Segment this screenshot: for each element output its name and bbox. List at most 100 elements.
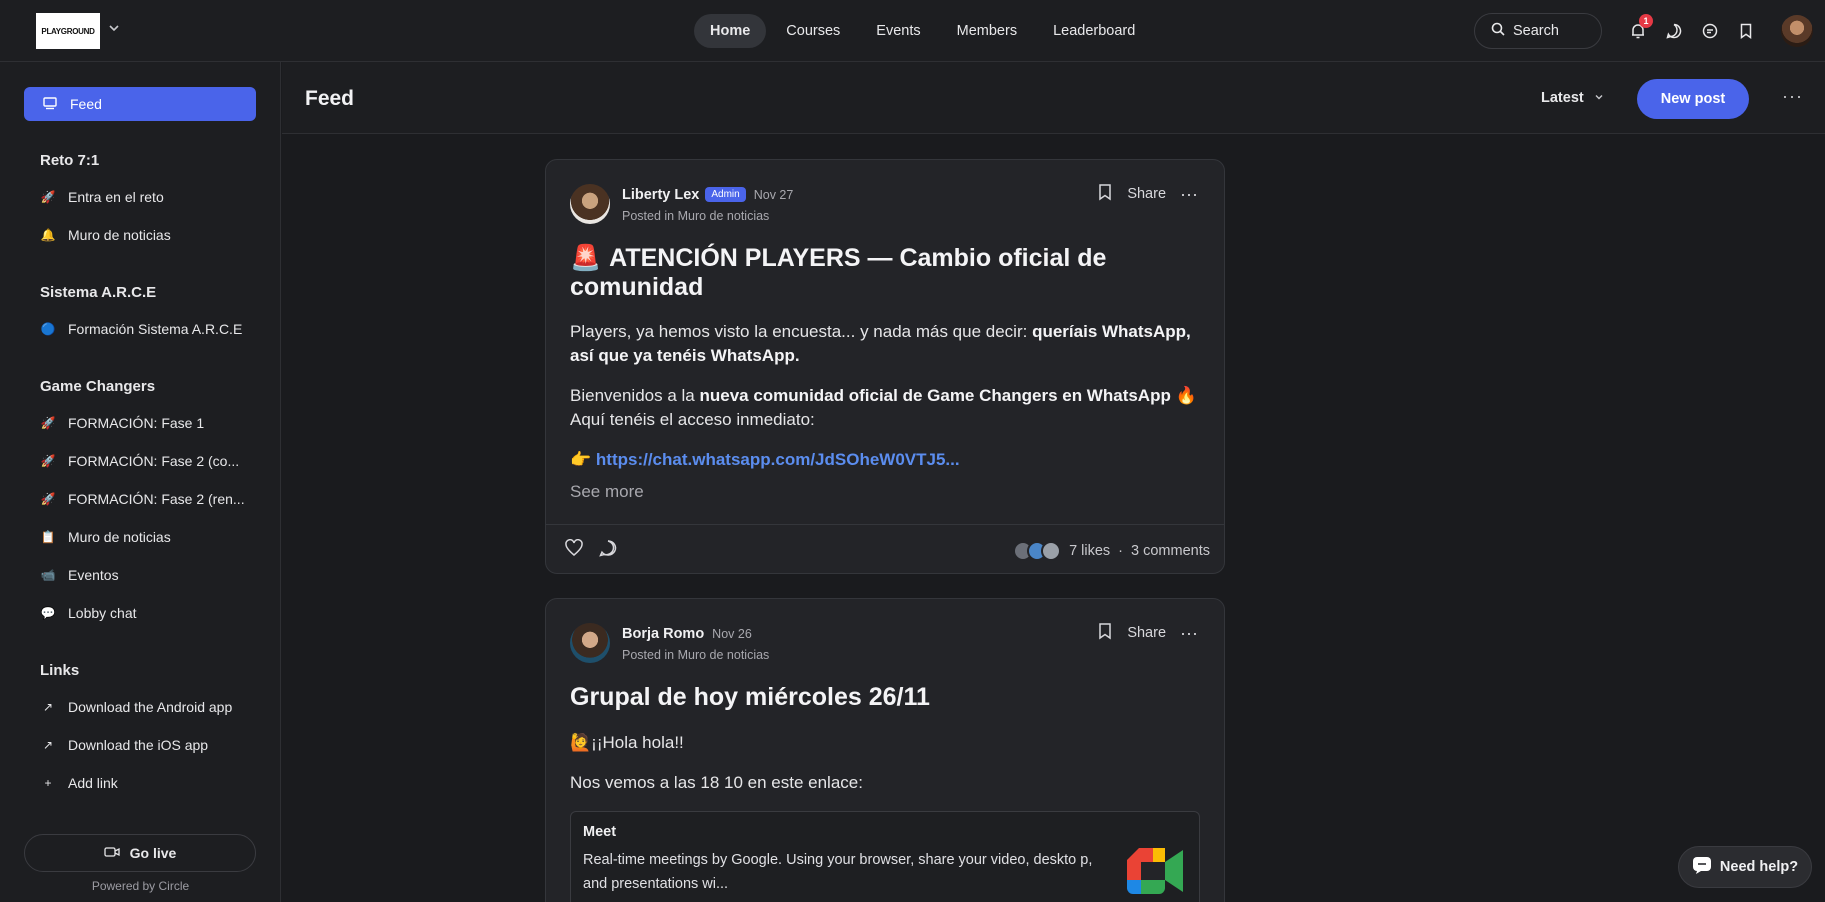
post-author-line: Liberty Lex Admin Nov 27 [622,187,793,203]
nav-courses[interactable]: Courses [770,14,856,48]
sidebar-item-android-app[interactable]: ↗ Download the Android app [40,693,250,721]
paragraph-text: Bienvenidos a la [570,386,700,405]
post-title[interactable]: Grupal de hoy miércoles 26/11 [570,683,1190,712]
sidebar-item-label: FORMACIÓN: Fase 2 (ren... [68,491,245,507]
section-title-game-changers: Game Changers [40,378,156,395]
sidebar-item-label: FORMACIÓN: Fase 2 (co... [68,453,240,469]
sidebar-item-add-link[interactable]: + Add link [40,769,250,797]
liker-avatars[interactable] [1013,541,1062,561]
link-preview-card[interactable]: Meet Real-time meetings by Google. Using… [570,811,1200,902]
share-button[interactable]: Share [1127,186,1166,202]
sort-label: Latest [1541,90,1584,106]
search-button[interactable]: Search [1474,13,1602,49]
bookmark-icon[interactable] [1097,622,1113,644]
sidebar-item-label: FORMACIÓN: Fase 1 [68,415,205,431]
top-navigation-bar: PLAYGROUND Home Courses Events Members L… [0,0,1825,62]
post-actions: Share ··· [1097,183,1198,205]
section-title-sistema-arce: Sistema A.R.C.E [40,284,157,301]
nav-leaderboard[interactable]: Leaderboard [1037,14,1151,48]
waving-person-icon: 🙋 [570,733,592,752]
plus-icon: + [44,776,52,790]
posted-in[interactable]: Posted in Muro de noticias [622,209,769,223]
logo-text: PLAYGROUND [41,26,95,36]
search-label: Search [1513,23,1559,39]
post-paragraph: Bienvenidos a la nueva comunidad oficial… [570,384,1210,432]
sidebar-item-label: Muro de noticias [68,529,171,545]
sidebar-item-label: Lobby chat [68,605,137,621]
more-options-icon[interactable]: ··· [1180,184,1198,205]
rocket-icon: 🚀 [40,454,56,468]
see-more-link[interactable]: See more [570,482,644,502]
need-help-button[interactable]: Need help? [1678,846,1812,888]
post-date[interactable]: Nov 26 [712,627,752,641]
paragraph-text: ¡¡Hola hola!! [591,733,684,752]
link-preview-title: Meet [583,824,617,840]
post-title[interactable]: 🚨 ATENCIÓN PLAYERS — Cambio oficial de co… [570,244,1190,302]
paragraph-bold: nueva comunidad oficial de Game Changers… [699,386,1171,405]
whatsapp-link[interactable]: https://chat.whatsapp.com/JdSOheW0VTJ5..… [596,450,960,469]
community-logo[interactable]: PLAYGROUND [36,13,100,49]
new-post-button[interactable]: New post [1637,79,1749,119]
sidebar-item-entra-en-el-reto[interactable]: 🚀 Entra en el reto [40,183,250,211]
posted-in[interactable]: Posted in Muro de noticias [622,648,769,662]
post-date[interactable]: Nov 27 [754,188,794,202]
sort-dropdown[interactable]: Latest [1541,90,1604,106]
nav-members[interactable]: Members [941,14,1033,48]
bell-icon[interactable]: 1 [1626,14,1653,45]
main-nav: Home Courses Events Members Leaderboard [694,14,1151,48]
author-name[interactable]: Liberty Lex [622,187,699,203]
notification-badge: 1 [1639,14,1653,28]
sidebar-item-ios-app[interactable]: ↗ Download the iOS app [40,731,250,759]
likes-summary: 7 likes · 3 comments [1013,541,1210,561]
post-paragraph: Players, ya hemos visto la encuesta... y… [570,320,1210,368]
liker-avatar [1041,541,1062,561]
heart-icon[interactable] [564,539,584,562]
author-avatar[interactable] [570,623,610,663]
chevron-down-icon [1594,90,1604,106]
more-options-icon[interactable]: ··· [1180,623,1198,644]
clipboard-icon: 📋 [40,530,56,544]
nav-events[interactable]: Events [860,14,936,48]
messages-icon[interactable] [1698,17,1722,45]
blue-circle-icon: 🔵 [40,322,56,336]
sidebar-item-eventos[interactable]: 📹 Eventos [40,561,250,589]
bookmark-icon[interactable] [1734,17,1758,45]
sidebar-item-label: Muro de noticias [68,227,171,243]
likes-count[interactable]: 7 likes [1069,543,1110,559]
chat-bubble-icon[interactable] [1662,17,1686,45]
sidebar-item-muro-de-noticias-2[interactable]: 📋 Muro de noticias [40,523,250,551]
post-card: Liberty Lex Admin Nov 27 Posted in Muro de… [545,159,1225,574]
sidebar-item-formacion-arce[interactable]: 🔵 Formación Sistema A.R.C.E [40,315,250,343]
author-avatar[interactable] [570,184,610,224]
top-icon-group: 1 [1626,14,1758,45]
comments-count[interactable]: 3 comments [1131,543,1210,559]
sidebar-item-feed[interactable]: Feed [24,87,256,121]
rocket-icon: 🚀 [40,190,56,204]
author-name[interactable]: Borja Romo [622,626,704,642]
powered-by[interactable]: Powered by Circle [0,879,281,893]
post-author-line: Borja Romo Nov 26 [622,626,752,642]
help-chat-icon [1692,856,1712,878]
link-preview-description: Real-time meetings by Google. Using your… [583,852,1093,892]
more-options-icon[interactable]: ··· [1782,86,1803,107]
sidebar-item-lobby-chat[interactable]: 💬 Lobby chat [40,599,250,627]
need-help-label: Need help? [1719,859,1799,875]
sidebar-item-muro-de-noticias[interactable]: 🔔 Muro de noticias [40,221,250,249]
comment-icon[interactable] [598,539,618,562]
user-avatar[interactable] [1781,15,1813,47]
sidebar-item-fase-2-ren[interactable]: 🚀 FORMACIÓN: Fase 2 (ren... [40,485,250,513]
post-footer: 7 likes · 3 comments [546,524,1224,573]
rocket-icon: 🚀 [40,416,56,430]
post-paragraph: Nos vemos a las 18 10 en este enlace: [570,773,863,792]
share-button[interactable]: Share [1127,625,1166,641]
go-live-button[interactable]: Go live [24,834,256,872]
chevron-down-icon[interactable] [108,22,124,38]
bookmark-icon[interactable] [1097,183,1113,205]
reaction-icons [564,539,618,562]
sidebar-item-fase-1[interactable]: 🚀 FORMACIÓN: Fase 1 [40,409,250,437]
section-title-links: Links [40,662,80,679]
nav-home[interactable]: Home [694,14,767,48]
sidebar-item-fase-2-co[interactable]: 🚀 FORMACIÓN: Fase 2 (co... [40,447,250,475]
sidebar-item-label: Entra en el reto [68,189,164,205]
video-camera-icon [104,845,120,861]
